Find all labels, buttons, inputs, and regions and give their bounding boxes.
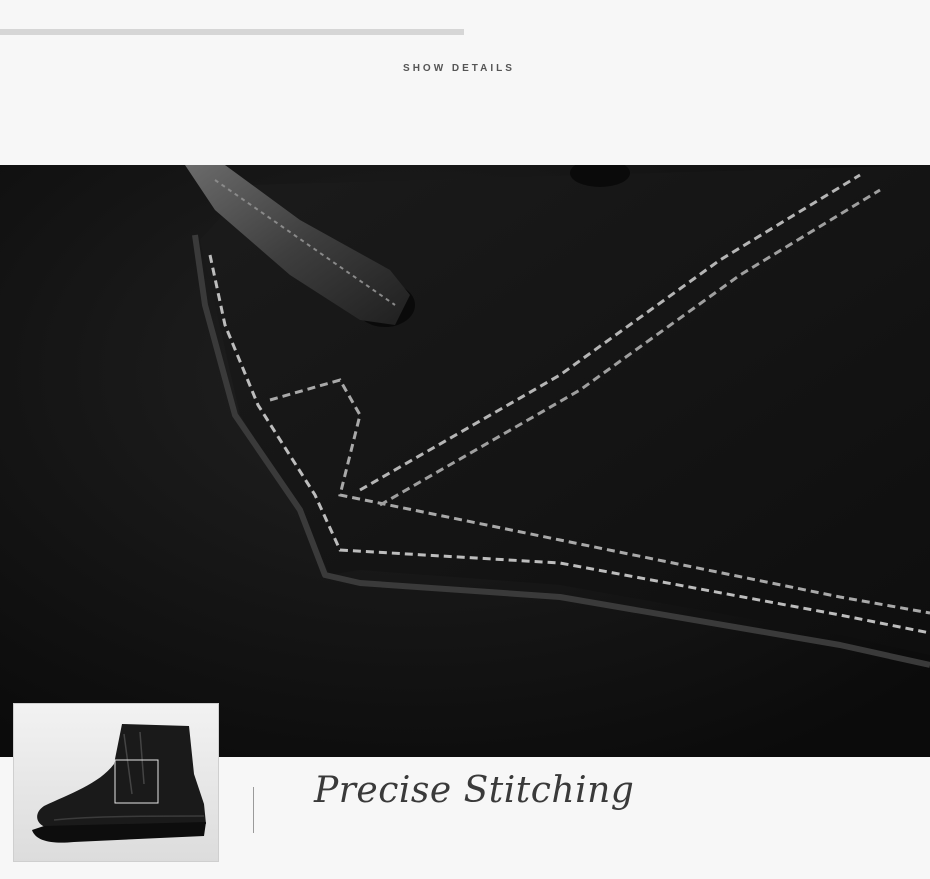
top-accent-bar bbox=[0, 29, 464, 35]
hero-detail-image bbox=[0, 165, 930, 757]
product-thumbnail bbox=[13, 703, 219, 862]
caption-divider bbox=[253, 787, 254, 833]
section-label: SHOW DETAILS bbox=[403, 63, 515, 74]
feature-caption: Precise Stitching bbox=[314, 770, 635, 811]
